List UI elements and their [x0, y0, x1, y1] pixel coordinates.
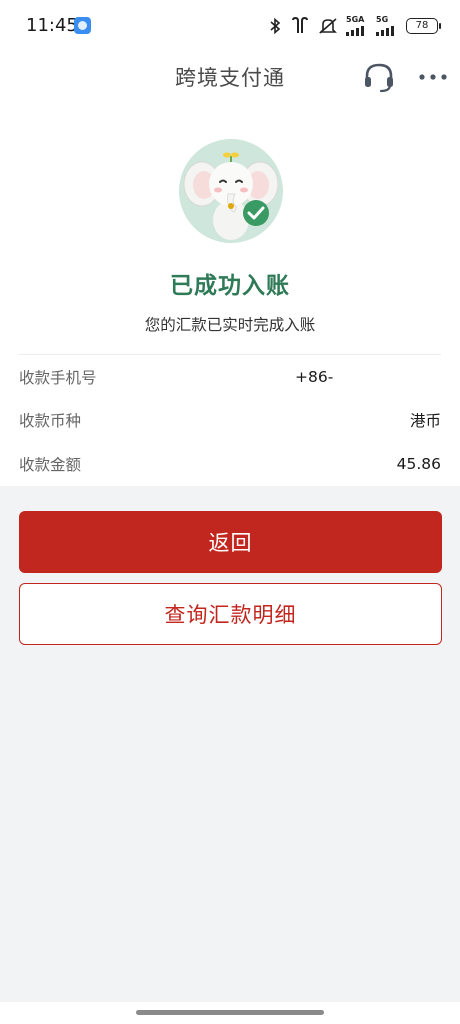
status-icons: 5GA 5G 78 — [268, 15, 441, 36]
detail-label: 收款金额 — [19, 456, 82, 474]
network-type-label-2: 5G — [376, 15, 389, 24]
home-indicator[interactable] — [136, 1010, 324, 1015]
headset-icon[interactable] — [362, 60, 396, 94]
detail-row-phone: 收款手机号 +86- — [19, 355, 441, 399]
mute-icon — [319, 18, 337, 34]
query-remittance-button[interactable]: 查询汇款明细 — [19, 583, 442, 645]
status-time: 11:45 — [26, 15, 78, 36]
detail-value: 45.86 — [396, 455, 441, 473]
result-title: 已成功入账 — [170, 273, 290, 299]
elephant-mascot-image — [179, 139, 283, 243]
app-notification-icon — [74, 17, 91, 34]
battery-indicator: 78 — [406, 18, 441, 34]
detail-value: 港币 — [409, 412, 441, 430]
detail-value: +86- — [295, 368, 334, 386]
detail-row-amount: 收款金额 45.86 — [19, 442, 441, 486]
detail-label: 收款手机号 — [19, 369, 97, 387]
signal-icon — [346, 26, 364, 36]
detail-label: 收款币种 — [19, 412, 82, 430]
earbuds-icon — [292, 17, 308, 33]
detail-row-currency: 收款币种 港币 — [19, 398, 441, 442]
signal-icon-2 — [376, 26, 394, 36]
status-bar: 11:45 5GA 5G 78 — [0, 0, 460, 52]
network-type-label: 5GA — [346, 15, 365, 24]
more-dots-icon[interactable] — [418, 70, 448, 84]
back-button[interactable]: 返回 — [19, 511, 442, 573]
bluetooth-icon — [270, 17, 281, 35]
result-subtitle: 您的汇款已实时完成入账 — [144, 316, 316, 334]
